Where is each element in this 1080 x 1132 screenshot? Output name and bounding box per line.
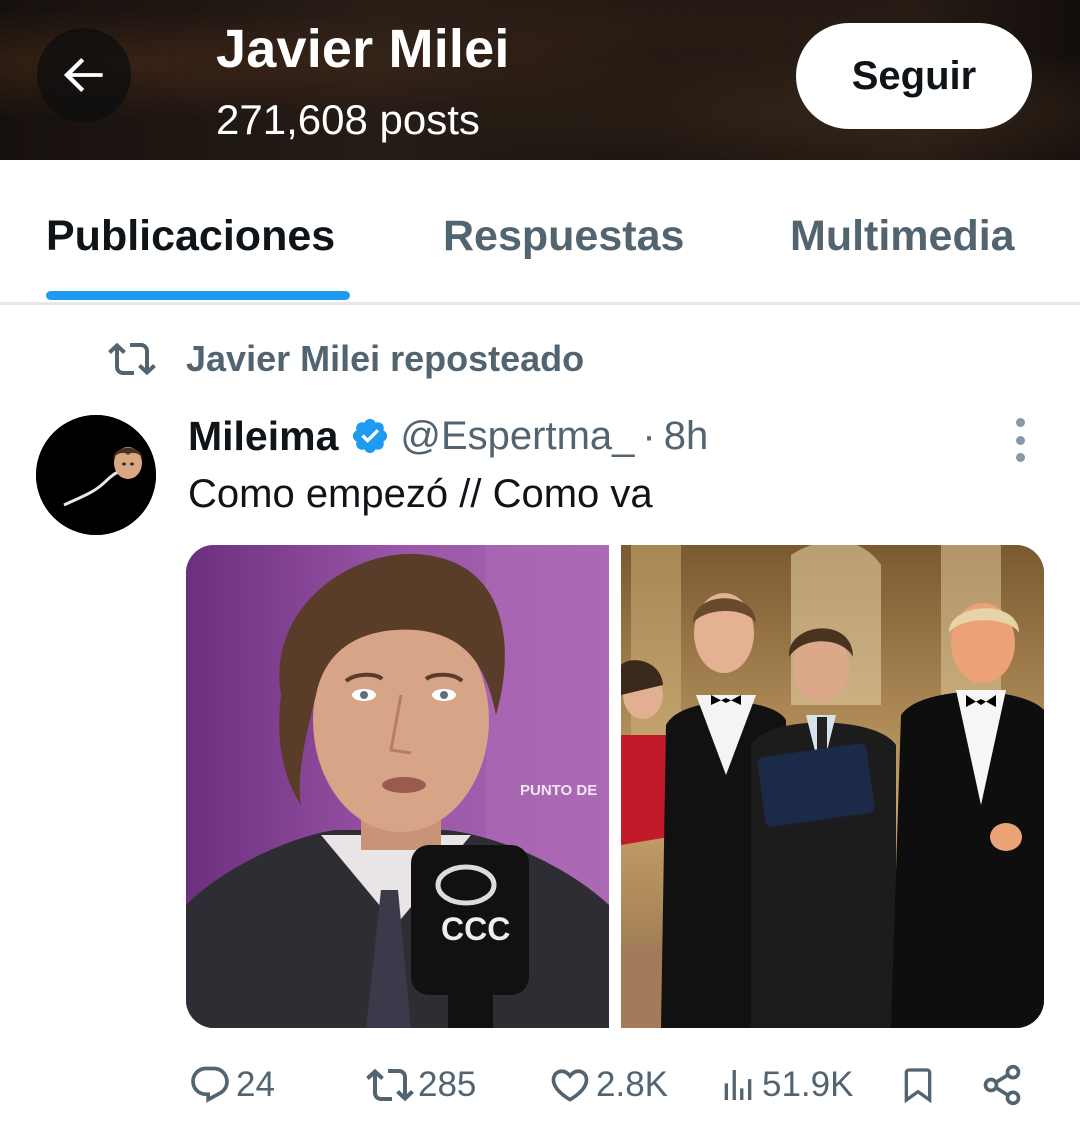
tweet-time[interactable]: 8h (664, 414, 709, 459)
like-button[interactable]: 2.8K (548, 1057, 668, 1113)
tab-publicaciones[interactable]: Publicaciones (46, 212, 335, 261)
reply-button[interactable]: 24 (188, 1057, 275, 1113)
posts-count: 271,608 posts (216, 96, 480, 143)
avatar-image (36, 415, 156, 535)
arrow-left-icon (63, 57, 103, 93)
repost-icon (366, 1068, 414, 1102)
avatar[interactable] (36, 415, 156, 535)
repost-count: 285 (418, 1065, 477, 1104)
mic-logo-text: CCC (441, 911, 510, 947)
profile-name-title: Javier Milei (216, 19, 510, 79)
profile-tabs: Publicaciones Respuestas Multimedia (0, 160, 1080, 305)
repost-banner[interactable]: Javier Milei reposteado (108, 336, 584, 382)
tab-respuestas[interactable]: Respuestas (443, 212, 684, 261)
author-handle[interactable]: @Espertma_ (400, 414, 634, 459)
repost-text: Javier Milei reposteado (186, 338, 585, 379)
tab-multimedia[interactable]: Multimedia (790, 212, 1015, 261)
repost-icon (108, 342, 156, 376)
separator-dot: · (642, 413, 656, 458)
verified-badge-icon[interactable] (350, 416, 390, 456)
more-options-icon[interactable] (1006, 418, 1034, 462)
views-count: 51.9K (762, 1065, 854, 1104)
share-button[interactable] (980, 1057, 1024, 1113)
profile-header: Javier Milei 271,608 posts Seguir (0, 0, 1080, 160)
tweet-media[interactable]: PUNTO DE CCC (186, 545, 1044, 1028)
background-sign-text: PUNTO DE (520, 782, 597, 799)
follow-button[interactable]: Seguir (796, 23, 1032, 129)
heart-icon (551, 1069, 589, 1102)
tweet-text: Como empezó // Como va (188, 472, 653, 516)
views-button[interactable]: 51.9K (718, 1057, 853, 1113)
reply-icon (191, 1066, 229, 1103)
views-bar-chart-icon (724, 1070, 752, 1100)
back-button[interactable] (37, 28, 131, 122)
active-tab-indicator (46, 291, 350, 300)
bookmark-button[interactable] (898, 1057, 938, 1113)
repost-button[interactable]: 285 (366, 1057, 476, 1113)
tweet-actions: 24 285 2.8K 51.9K (0, 1055, 1080, 1115)
bookmark-icon (904, 1068, 932, 1104)
media-image-left[interactable]: PUNTO DE CCC (186, 545, 609, 1028)
media-image-right[interactable] (621, 545, 1044, 1028)
share-icon (983, 1064, 1021, 1106)
author-name[interactable]: Mileima (188, 413, 338, 460)
reply-count: 24 (236, 1065, 275, 1104)
tweet-header: Mileima @Espertma_ · 8h (188, 410, 708, 462)
like-count: 2.8K (596, 1065, 668, 1104)
